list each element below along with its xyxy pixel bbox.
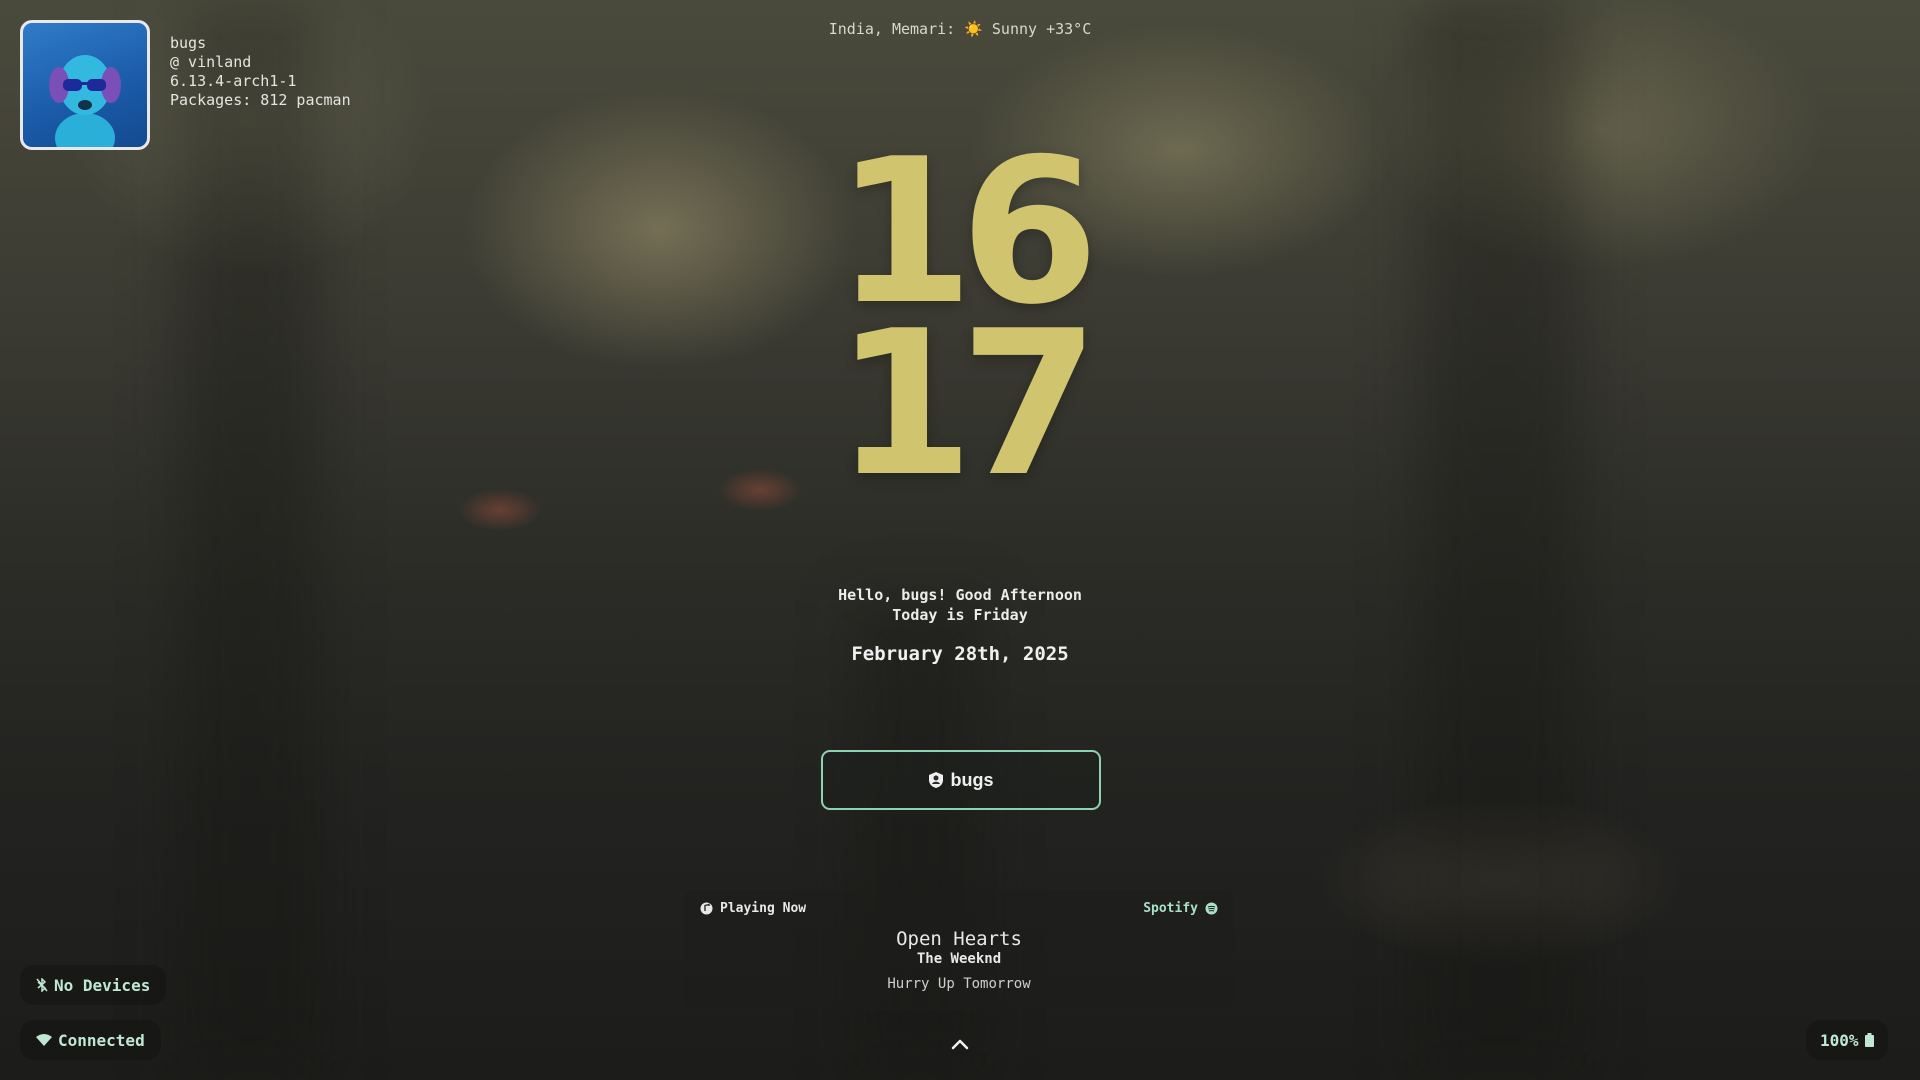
- music-disc-icon: [700, 902, 713, 915]
- login-username: bugs: [950, 769, 994, 790]
- hostname: @ vinland: [170, 53, 252, 71]
- date: February 28th, 2025: [851, 643, 1069, 665]
- bluetooth-status[interactable]: No Devices: [20, 965, 167, 1005]
- system-info: bugs @ vinland 6.13.4-arch1-1 Packages: …: [170, 34, 351, 110]
- user-login-button[interactable]: bugs: [821, 750, 1101, 810]
- wifi-icon: [36, 1034, 52, 1046]
- battery-label: 100%: [1820, 1030, 1859, 1050]
- clock-minutes: 17: [834, 288, 1099, 521]
- player-source[interactable]: Spotify: [1143, 901, 1218, 916]
- user-shield-icon: [928, 772, 943, 788]
- playing-status-label: Playing Now: [720, 901, 807, 916]
- track-title: Open Hearts: [896, 928, 1022, 950]
- avatar: [20, 20, 150, 150]
- greeting-line: Hello, bugs! Good Afternoon: [838, 586, 1082, 604]
- player-source-label: Spotify: [1143, 901, 1198, 916]
- media-player: Playing Now Spotify Open Hearts The Week…: [684, 890, 1234, 1010]
- network-label: Connected: [58, 1030, 145, 1050]
- chevron-up-icon[interactable]: [946, 1030, 974, 1058]
- battery-status: 100%: [1806, 1020, 1888, 1060]
- spotify-icon: [1205, 902, 1218, 915]
- greeting: Hello, bugs! Good Afternoon Today is Fri…: [0, 585, 1920, 625]
- day-line: Today is Friday: [892, 606, 1028, 624]
- dog-avatar-icon: [49, 55, 121, 147]
- track-artist: The Weeknd: [916, 951, 1002, 967]
- weather: India, Memari: ☀️ Sunny +33°C: [828, 20, 1092, 38]
- package-count: Packages: 812 pacman: [170, 91, 351, 109]
- bluetooth-off-icon: [36, 978, 48, 992]
- playing-status: Playing Now: [700, 901, 806, 916]
- bluetooth-label: No Devices: [54, 975, 151, 995]
- battery-icon: [1864, 1033, 1874, 1047]
- kernel-version: 6.13.4-arch1-1: [170, 72, 297, 90]
- network-status[interactable]: Connected: [20, 1020, 161, 1060]
- track-album: Hurry Up Tomorrow: [887, 976, 1031, 992]
